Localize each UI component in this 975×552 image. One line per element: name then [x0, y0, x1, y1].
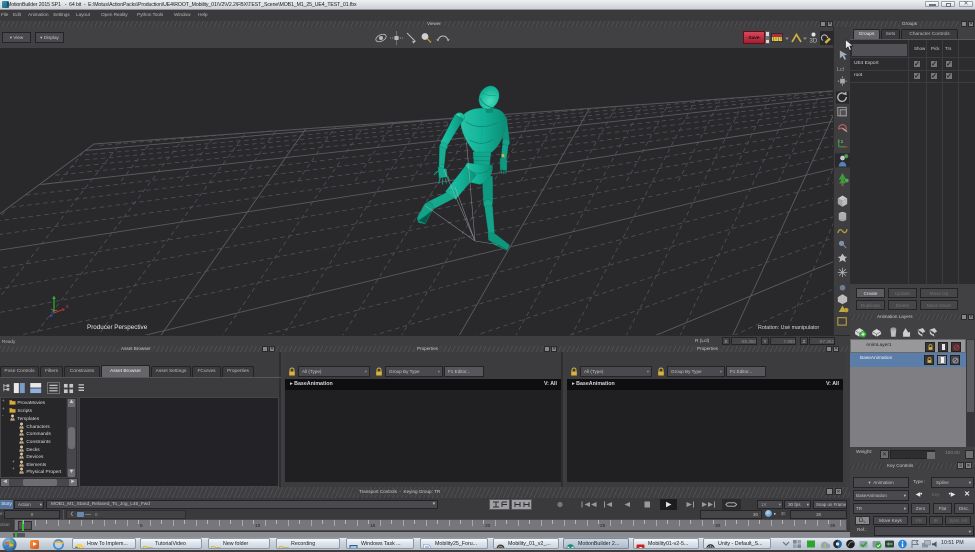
svg-text:x: x	[66, 304, 69, 310]
svg-text:1: 1	[841, 139, 844, 144]
svg-text:Lcl: Lcl	[837, 67, 844, 73]
svg-text:3D: 3D	[810, 39, 818, 45]
